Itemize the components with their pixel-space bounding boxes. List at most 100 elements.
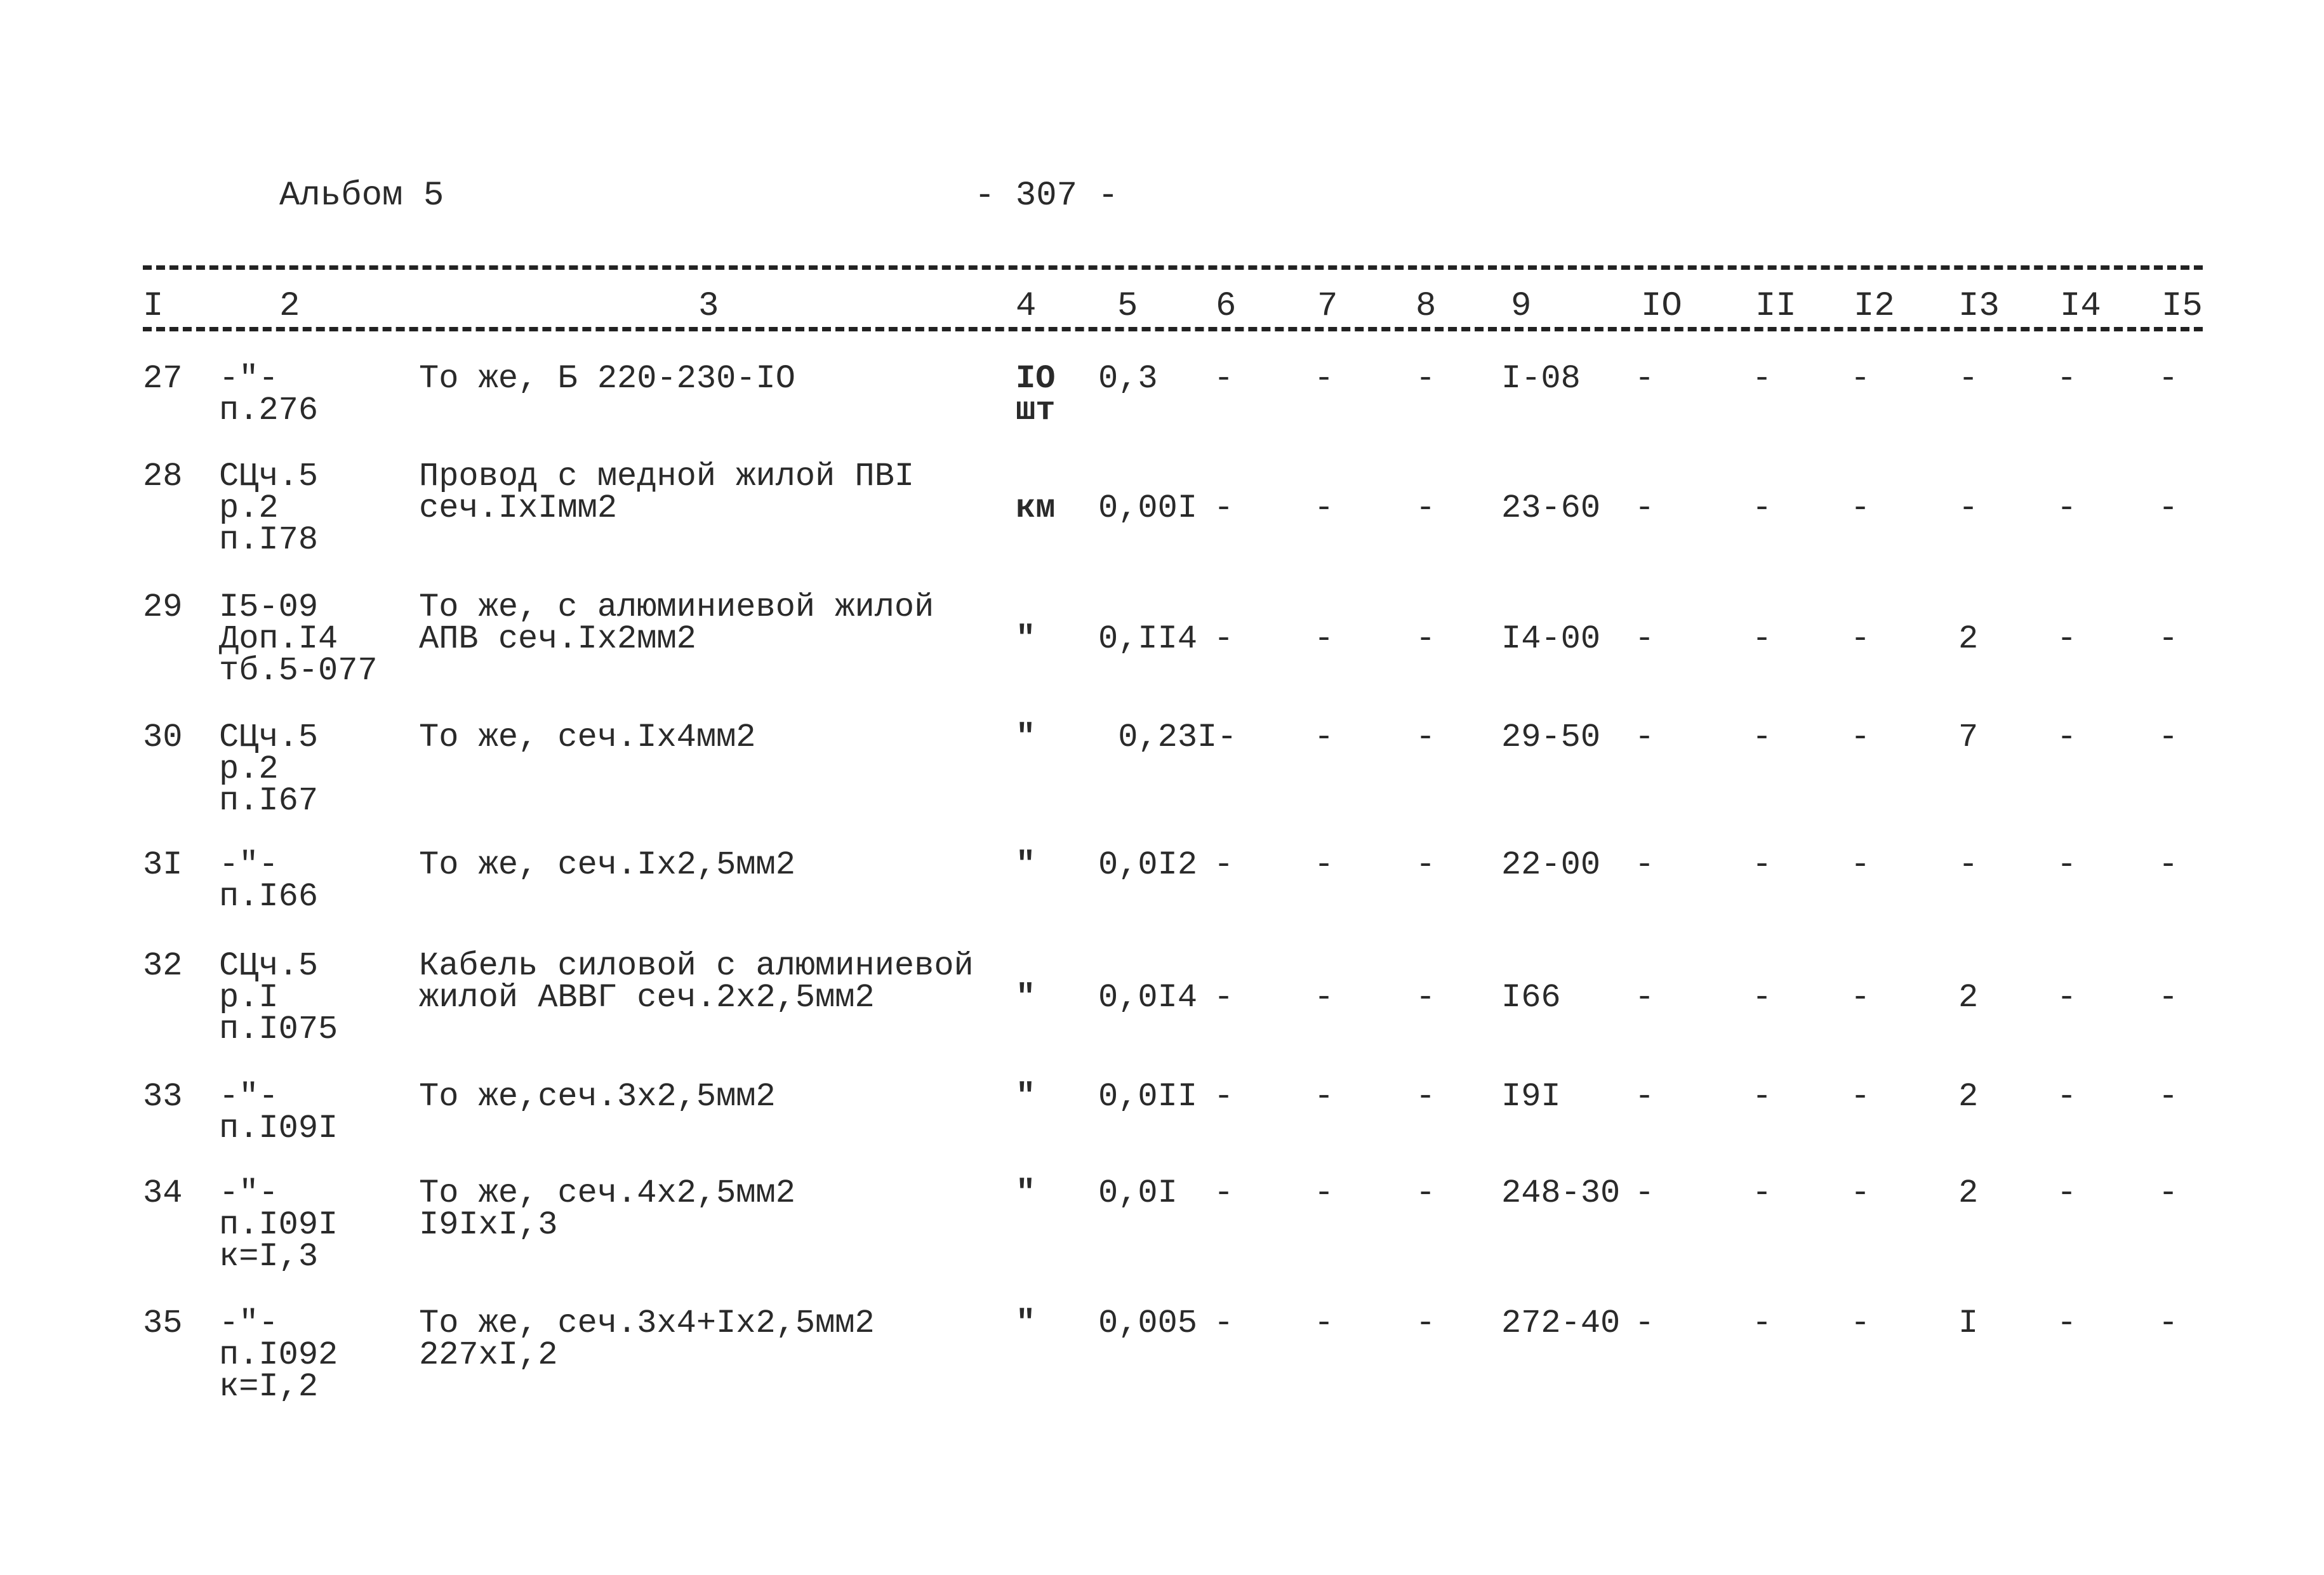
column-12-cell: -	[1850, 846, 1871, 884]
column-10-cell: -	[1635, 620, 1655, 658]
description: То же, сеч.4x2,5мм2 I9IxI,3	[419, 1174, 795, 1244]
column-7-cell: -	[1314, 1305, 1334, 1342]
column-6-cell: -	[1214, 979, 1234, 1016]
quantity: 0,00I	[1098, 489, 1198, 527]
column-10-cell: -	[1635, 1305, 1655, 1342]
column-header: 9	[1511, 287, 1532, 326]
column-11-cell: -	[1752, 1174, 1772, 1212]
quantity: 0,0I	[1098, 1174, 1178, 1212]
column-7-cell: -	[1314, 489, 1334, 527]
column-8-cell: -	[1416, 1078, 1436, 1115]
column-header: 3	[698, 287, 719, 326]
column-header: 4	[1016, 287, 1037, 326]
column-7-cell: -	[1314, 1174, 1334, 1212]
column-11-cell: -	[1752, 1078, 1772, 1115]
column-12-cell: -	[1850, 719, 1871, 756]
column-13-cell: 2	[1958, 979, 1979, 1016]
column-7-cell: -	[1314, 846, 1334, 884]
column-14-cell: -	[2057, 719, 2077, 756]
column-14-cell: -	[2057, 846, 2077, 884]
column-15-cell: -	[2158, 846, 2179, 884]
row-number: 3I	[143, 846, 183, 884]
quantity: 0,0I4	[1098, 979, 1198, 1016]
row-number: 29	[143, 588, 183, 626]
column-header: 6	[1216, 287, 1237, 326]
column-8-cell: -	[1416, 846, 1436, 884]
column-header: 5	[1117, 287, 1138, 326]
row-number: 32	[143, 947, 183, 985]
row-number: 34	[143, 1174, 183, 1212]
price: 29-50	[1501, 719, 1601, 756]
unit: "	[1016, 719, 1036, 756]
table-header-rule	[143, 327, 2203, 331]
column-6-cell: -	[1214, 1078, 1234, 1115]
column-10-cell: -	[1635, 360, 1655, 397]
column-13-cell: I	[1958, 1305, 1979, 1342]
row-number: 27	[143, 360, 183, 397]
column-15-cell: -	[2158, 489, 2179, 527]
unit: км	[1016, 489, 1056, 527]
column-11-cell: -	[1752, 979, 1772, 1016]
column-14-cell: -	[2057, 1305, 2077, 1342]
reference: -"- п.I092 к=I,2	[219, 1305, 338, 1406]
reference: -"- п.276	[219, 360, 319, 429]
column-11-cell: -	[1752, 1305, 1772, 1342]
column-15-cell: -	[2158, 360, 2179, 397]
description: То же, сеч.3x4+Ix2,5мм2 227xI,2	[419, 1305, 875, 1374]
column-12-cell: -	[1850, 1174, 1871, 1212]
row-number: 35	[143, 1305, 183, 1342]
column-10-cell: -	[1635, 1174, 1655, 1212]
column-15-cell: -	[2158, 1078, 2179, 1115]
column-13-cell: -	[1958, 489, 1979, 527]
column-header: I5	[2161, 287, 2203, 326]
column-header: I3	[1958, 287, 2000, 326]
column-8-cell: -	[1416, 360, 1436, 397]
column-14-cell: -	[2057, 360, 2077, 397]
column-header: I4	[2060, 287, 2101, 326]
column-11-cell: -	[1752, 489, 1772, 527]
column-header: IO	[1641, 287, 1682, 326]
unit: "	[1016, 846, 1036, 884]
column-10-cell: -	[1635, 979, 1655, 1016]
column-8-cell: -	[1416, 489, 1436, 527]
column-12-cell: -	[1850, 1305, 1871, 1342]
price: I4-00	[1501, 620, 1601, 658]
document-page: Альбом 5 - 307 - I 2 3 4 5 6 7 8 9 IO II…	[0, 0, 2324, 1575]
row-number: 33	[143, 1078, 183, 1115]
column-header: II	[1755, 287, 1796, 326]
unit: "	[1016, 1174, 1036, 1212]
column-header: I	[143, 287, 164, 326]
column-8-cell: -	[1416, 1174, 1436, 1212]
column-14-cell: -	[2057, 979, 2077, 1016]
column-6-cell: -	[1214, 620, 1234, 658]
column-15-cell: -	[2158, 1174, 2179, 1212]
column-10-cell: -	[1635, 1078, 1655, 1115]
column-13-cell: 2	[1958, 620, 1979, 658]
column-10-cell: -	[1635, 846, 1655, 884]
quantity: 0,23I-	[1098, 719, 1237, 756]
description: То же, с алюминиевой жилой АПВ сеч.Ix2мм…	[419, 588, 934, 658]
column-10-cell: -	[1635, 719, 1655, 756]
column-12-cell: -	[1850, 360, 1871, 397]
price: 248-30	[1501, 1174, 1621, 1212]
price: 23-60	[1501, 489, 1601, 527]
column-12-cell: -	[1850, 979, 1871, 1016]
column-header: 7	[1317, 287, 1338, 326]
column-7-cell: -	[1314, 719, 1334, 756]
unit: "	[1016, 1078, 1036, 1115]
reference: -"- п.I66	[219, 846, 319, 915]
quantity: 0,II4	[1098, 620, 1198, 658]
reference: I5-09 Доп.I4 тб.5-077	[219, 588, 378, 689]
column-12-cell: -	[1850, 620, 1871, 658]
description: То же, Б 220-230-IO	[419, 360, 795, 397]
column-10-cell: -	[1635, 489, 1655, 527]
column-12-cell: -	[1850, 1078, 1871, 1115]
price: I-08	[1501, 360, 1581, 397]
column-14-cell: -	[2057, 1174, 2077, 1212]
unit: "	[1016, 1305, 1036, 1342]
column-header: 8	[1416, 287, 1437, 326]
price: 22-00	[1501, 846, 1601, 884]
quantity: 0,0I2	[1098, 846, 1198, 884]
page-number: - 307 -	[974, 176, 1119, 215]
column-14-cell: -	[2057, 489, 2077, 527]
